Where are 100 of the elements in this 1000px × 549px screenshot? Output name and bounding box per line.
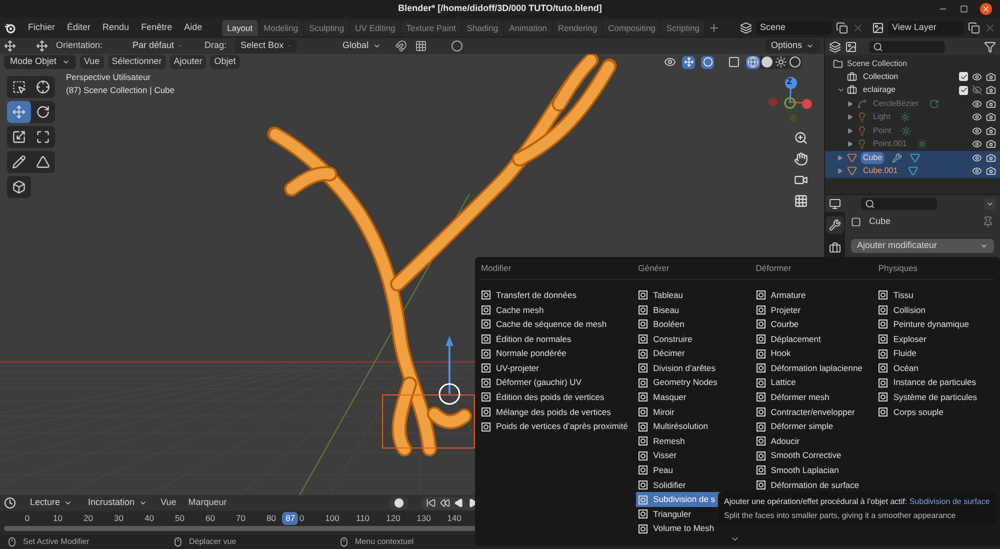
workspace-tab[interactable]: Texture Paint bbox=[401, 20, 461, 36]
orientation-dropdown[interactable]: Par défaut bbox=[126, 39, 189, 53]
restore-icon[interactable] bbox=[960, 5, 968, 13]
drag-dropdown[interactable]: Select Box bbox=[234, 39, 297, 53]
grid-icon[interactable] bbox=[794, 194, 808, 208]
workspace-tab[interactable]: Sculpting bbox=[304, 20, 350, 36]
viewport-menu[interactable]: Objet bbox=[210, 55, 240, 69]
visibility-icon[interactable] bbox=[664, 56, 676, 68]
timeline-dropdown[interactable]: Incrustation bbox=[82, 496, 153, 510]
camera-icon[interactable] bbox=[986, 139, 996, 150]
camera-icon[interactable] bbox=[794, 173, 808, 187]
copy-icon[interactable] bbox=[836, 22, 848, 34]
workspace-tab[interactable]: Animation bbox=[504, 20, 552, 36]
menu-item[interactable]: Adoucir bbox=[754, 434, 878, 449]
expand-caret-icon[interactable] bbox=[837, 154, 843, 161]
menu-item[interactable]: Visser bbox=[636, 448, 756, 464]
transform-orientation-dropdown[interactable]: Global bbox=[336, 39, 387, 53]
menu-item[interactable]: Cache de séquence de mesh bbox=[479, 317, 638, 332]
filter-icon[interactable] bbox=[984, 40, 996, 52]
menu-item[interactable]: Corps souple bbox=[876, 404, 994, 420]
camera-icon[interactable] bbox=[986, 166, 996, 176]
xray-icon[interactable] bbox=[728, 56, 740, 68]
camera-icon[interactable] bbox=[986, 126, 996, 136]
eye-icon[interactable] bbox=[972, 152, 982, 163]
editor-type-icon[interactable] bbox=[829, 198, 841, 210]
scene-field[interactable]: Scene bbox=[756, 21, 832, 35]
shading-button[interactable] bbox=[746, 56, 760, 68]
timeline-menu[interactable]: Marqueur bbox=[184, 496, 231, 510]
menu-item[interactable]: Lattice bbox=[754, 376, 878, 390]
menu-item[interactable]: Construire bbox=[636, 332, 756, 346]
menu-item[interactable]: Déplacement bbox=[754, 332, 878, 346]
menu-item[interactable]: Poids de vertices d’après proximité bbox=[479, 419, 638, 434]
menu-item[interactable]: Contracter/envelopper bbox=[754, 404, 878, 420]
magnet-icon[interactable] bbox=[394, 40, 407, 52]
menu-item[interactable]: Fluide bbox=[876, 346, 994, 361]
timeline-dropdown[interactable]: Lecture bbox=[24, 496, 78, 510]
menu-item[interactable]: Système de particules bbox=[876, 390, 994, 405]
outliner-row[interactable]: Cube bbox=[825, 151, 1000, 164]
search-field[interactable] bbox=[869, 40, 945, 52]
options-dropdown[interactable]: Options bbox=[764, 39, 820, 53]
copy-icon[interactable] bbox=[968, 22, 980, 34]
pin-icon[interactable] bbox=[982, 216, 994, 228]
camera-icon[interactable] bbox=[986, 85, 996, 96]
menu-item[interactable]: Volume to Mesh bbox=[636, 522, 756, 536]
outliner-row[interactable]: Collection bbox=[825, 70, 1000, 84]
display-mode-icon[interactable] bbox=[829, 40, 841, 52]
tool-button[interactable] bbox=[7, 101, 31, 123]
eye-icon[interactable] bbox=[972, 139, 982, 150]
eye-icon[interactable] bbox=[972, 166, 982, 176]
menu-item[interactable]: Cache mesh bbox=[479, 302, 638, 318]
workspace-tab[interactable]: Modeling bbox=[258, 20, 304, 36]
menu-item[interactable]: Collision bbox=[876, 302, 994, 318]
menu-item[interactable]: Remesh bbox=[636, 434, 756, 449]
shading-button[interactable] bbox=[788, 56, 802, 68]
menu-item[interactable]: Mélange des poids de vertices bbox=[479, 404, 638, 420]
menu-item[interactable]: Hook bbox=[754, 346, 878, 361]
eye-icon[interactable] bbox=[972, 112, 982, 122]
menu-item[interactable]: Smooth Laplacian bbox=[754, 463, 878, 478]
menu-item[interactable]: Édition de normales bbox=[479, 332, 638, 346]
outliner-row[interactable]: Cube.001 bbox=[825, 164, 1000, 178]
menu-item[interactable]: Transfert de données bbox=[479, 288, 638, 303]
workspace-tab[interactable]: Rendering bbox=[552, 20, 602, 36]
expand-caret-icon[interactable] bbox=[837, 168, 843, 174]
camera-icon[interactable] bbox=[986, 112, 996, 122]
workspace-tab[interactable]: Shading bbox=[462, 20, 504, 36]
search-field[interactable] bbox=[861, 198, 937, 210]
workspace-tab[interactable]: UV Editing bbox=[350, 20, 400, 36]
menu-item[interactable]: Smooth Corrective bbox=[754, 448, 878, 464]
menu-item[interactable]: UV-projeter bbox=[479, 360, 638, 376]
workspace-tab[interactable]: Layout bbox=[222, 20, 258, 36]
menu-item[interactable]: Fichier bbox=[24, 21, 60, 35]
eye-closed-icon[interactable] bbox=[972, 85, 982, 96]
previous-key-icon[interactable] bbox=[440, 498, 450, 508]
viewport-menu[interactable]: Sélectionner bbox=[108, 55, 166, 69]
menu-item[interactable]: Décimer bbox=[636, 346, 756, 361]
move-arrows-icon[interactable] bbox=[36, 40, 48, 52]
menu-item[interactable]: Éditer bbox=[63, 21, 95, 35]
record-icon[interactable] bbox=[394, 498, 404, 508]
play-reverse-icon[interactable] bbox=[454, 498, 464, 508]
overlay-toggle-button[interactable] bbox=[701, 56, 714, 68]
add-workspace-icon[interactable] bbox=[708, 22, 720, 34]
menu-item[interactable]: Déformation de surface bbox=[754, 478, 878, 492]
menu-item[interactable]: Déformer mesh bbox=[754, 390, 878, 405]
hand-icon[interactable] bbox=[794, 152, 808, 166]
expand-caret-icon[interactable] bbox=[847, 141, 853, 148]
gizmo-toggle-button[interactable] bbox=[682, 56, 695, 68]
blender-logo-icon[interactable] bbox=[4, 22, 16, 34]
checkbox[interactable] bbox=[959, 72, 968, 82]
workspace-tab[interactable]: Compositing bbox=[603, 20, 660, 36]
transform-gizmo-drawing[interactable] bbox=[438, 336, 460, 405]
menu-item[interactable]: Tableau bbox=[636, 288, 756, 303]
add-modifier-dropdown[interactable]: Ajouter modificateur bbox=[851, 239, 994, 253]
outliner-root[interactable]: Scene Collection bbox=[847, 58, 908, 70]
menu-item[interactable]: Exploser bbox=[876, 332, 994, 346]
camera-icon[interactable] bbox=[986, 98, 996, 109]
properties-tab[interactable] bbox=[826, 216, 844, 234]
close-button[interactable] bbox=[980, 3, 992, 15]
clock-icon[interactable] bbox=[4, 497, 16, 509]
zoom-icon[interactable] bbox=[794, 131, 808, 145]
menu-item[interactable]: Déformer (gauchir) UV bbox=[479, 376, 638, 390]
